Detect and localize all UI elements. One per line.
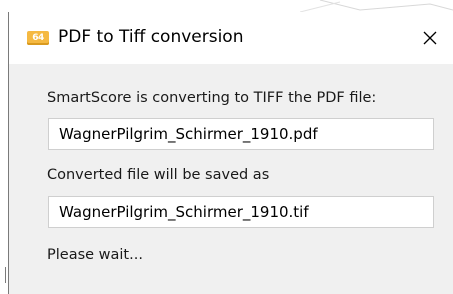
app-logo-icon: 64 (27, 31, 49, 45)
window-title: PDF to Tiff conversion (58, 27, 244, 47)
close-icon (423, 31, 437, 45)
status-text: Please wait... (47, 247, 143, 263)
output-label: Converted file will be saved as (47, 167, 270, 183)
title-bar[interactable]: 64 PDF to Tiff conversion (9, 12, 453, 64)
converting-message: SmartScore is converting to TIFF the PDF… (47, 90, 377, 106)
background-window-strip (0, 0, 8, 294)
close-button[interactable] (407, 12, 453, 64)
app-logo-text: 64 (32, 33, 44, 43)
source-file-field[interactable]: WagnerPilgrim_Schirmer_1910.pdf (48, 118, 434, 150)
background-divider (5, 267, 6, 283)
conversion-dialog: 64 PDF to Tiff conversion SmartScore is … (8, 12, 453, 294)
output-file-field[interactable]: WagnerPilgrim_Schirmer_1910.tif (48, 196, 434, 228)
